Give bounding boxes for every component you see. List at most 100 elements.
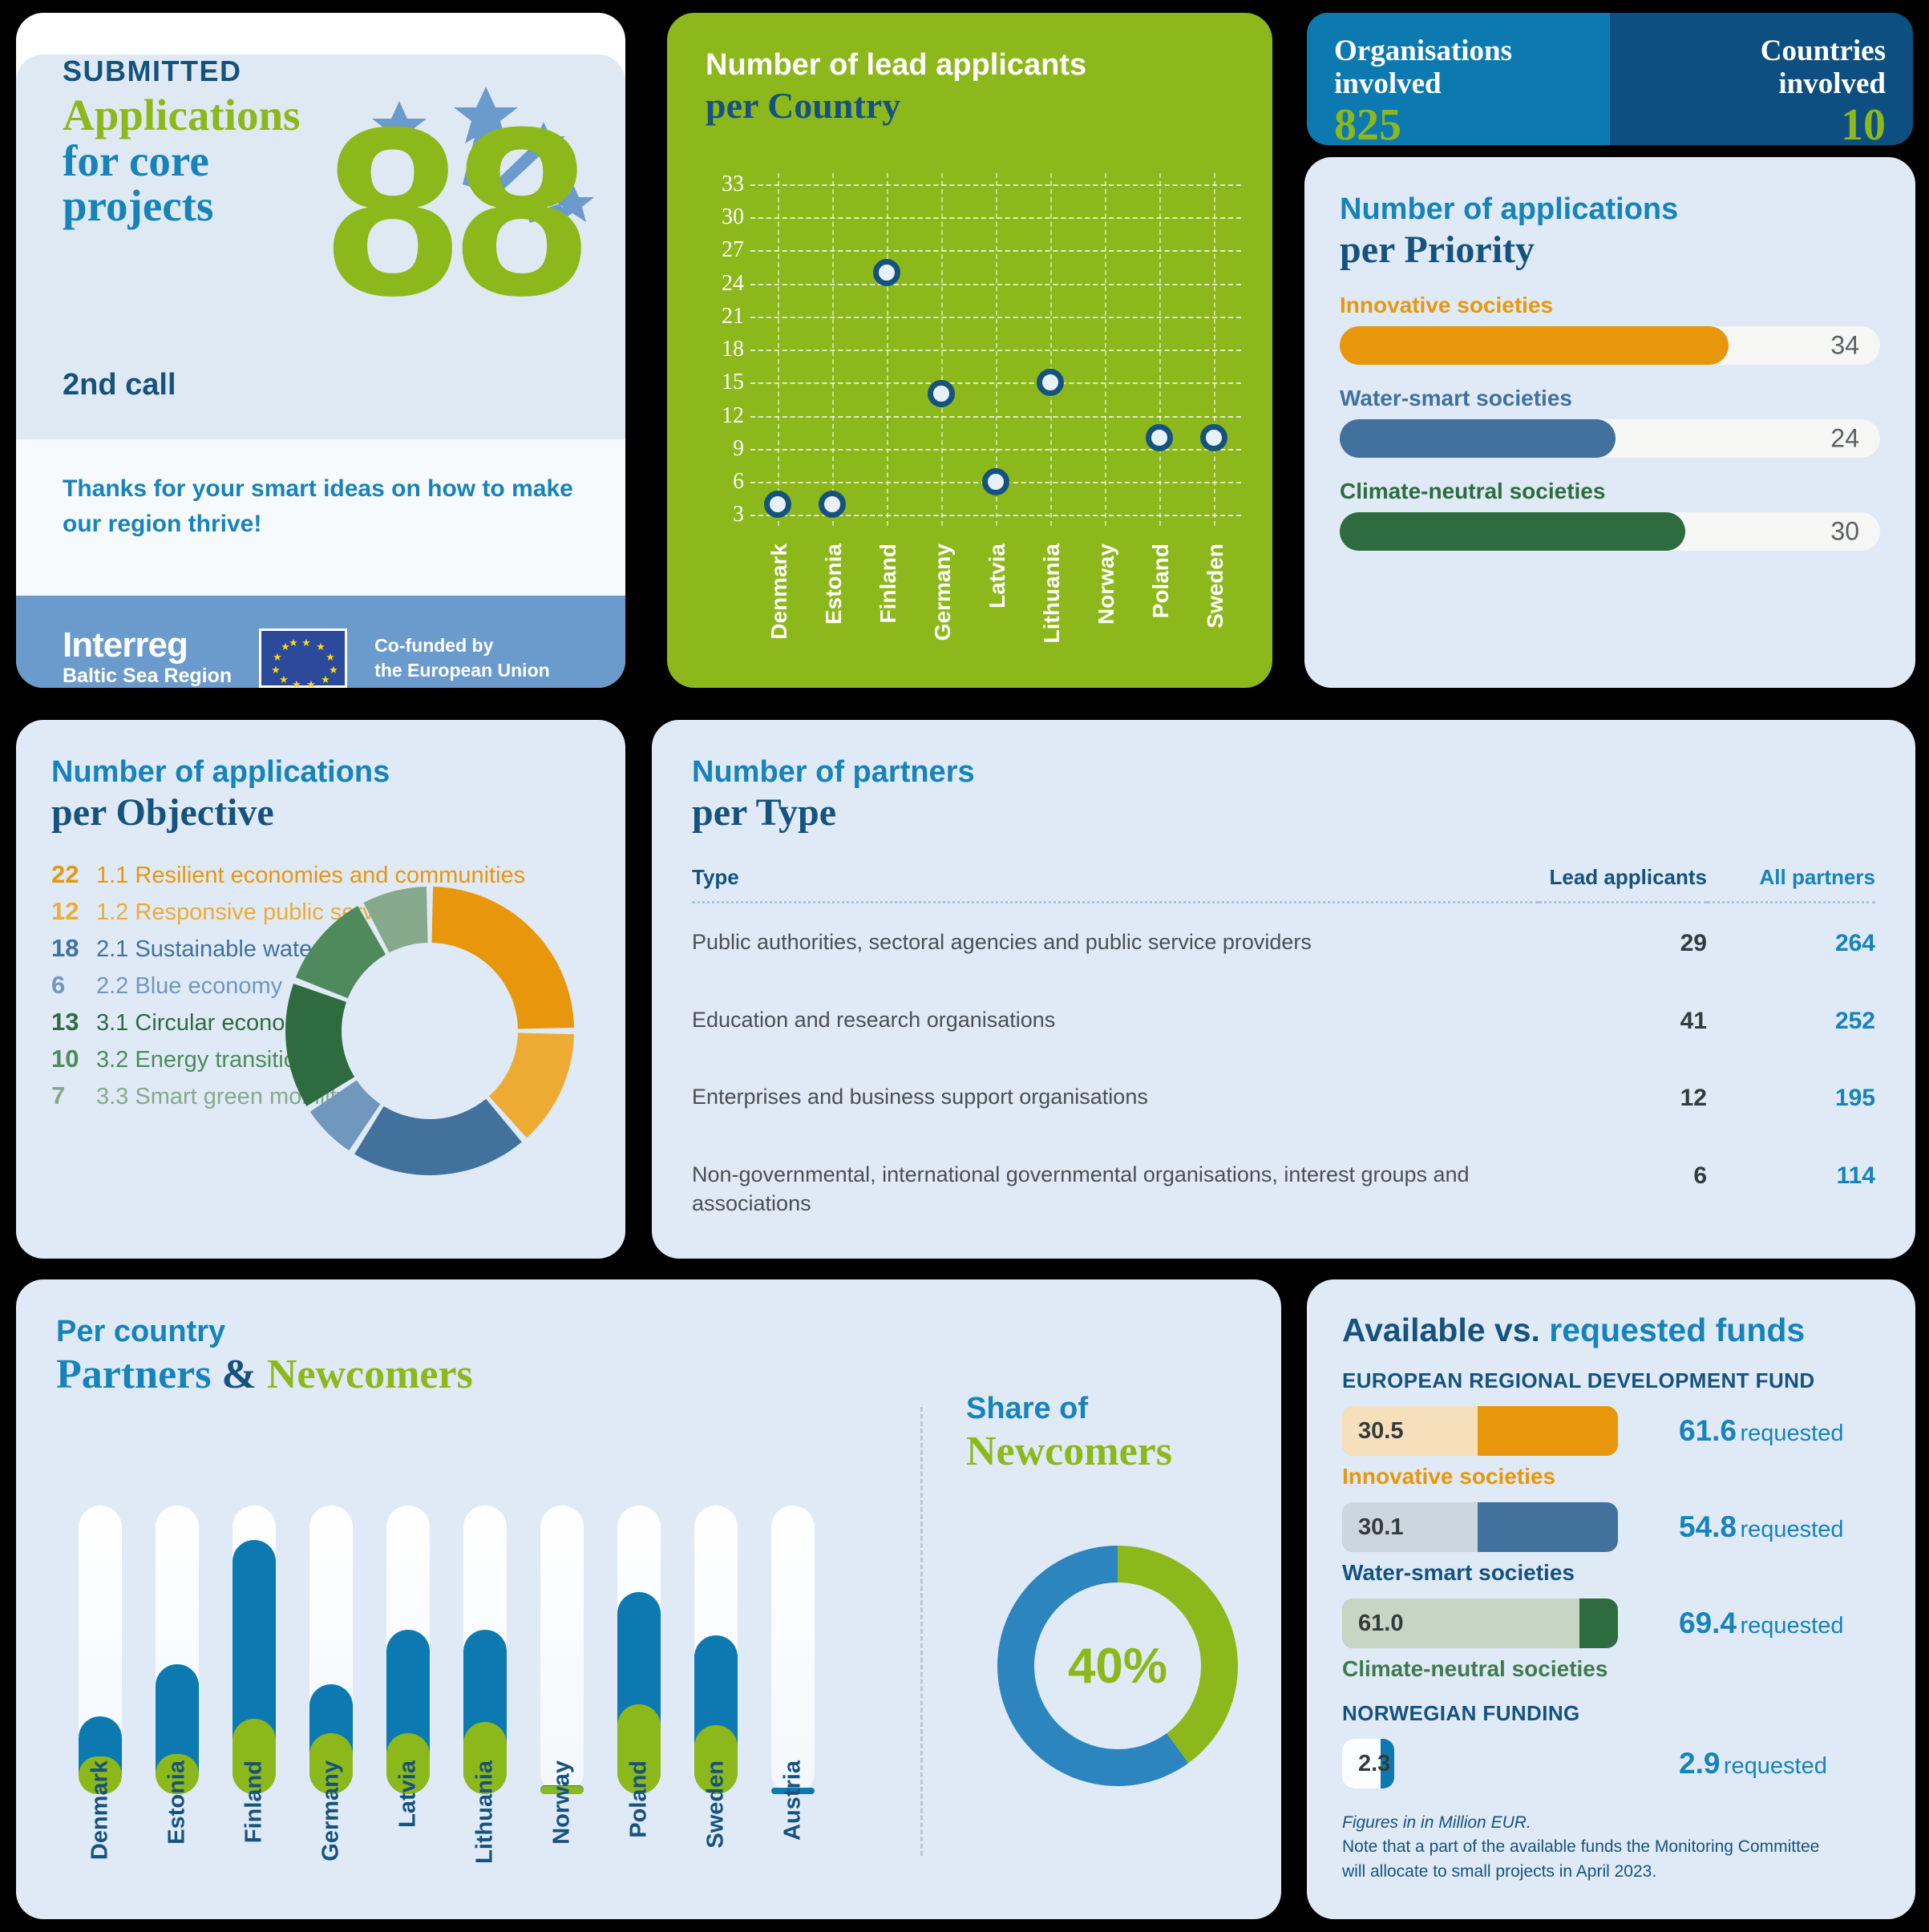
funds-priority-label: Climate-neutral societies: [1342, 1656, 1608, 1681]
cell-type: Enterprises and business support organis…: [692, 1085, 1148, 1109]
countries-label-1: Countries: [1760, 34, 1886, 67]
x-axis-tick-label: Germany: [930, 544, 955, 641]
donut-slice: [354, 1098, 522, 1175]
stats-duo-card: Organisations involved 825 Countries inv…: [1307, 13, 1913, 145]
objective-count: 18: [51, 934, 79, 962]
priority-bar-list: Innovative societies 34 Water-smart societ…: [1340, 293, 1880, 551]
norway-requested-word: requested: [1723, 1753, 1827, 1779]
objective-count: 10: [51, 1045, 79, 1073]
priority-bar-track: 30: [1340, 512, 1880, 551]
x-axis-tick-label: Lithuania: [1039, 544, 1064, 644]
donut-slice: [285, 983, 355, 1106]
infographic-dashboard: SUBMITTED Applications for core projects…: [0, 0, 1929, 1932]
partners-newcomers-bars: Denmark Estonia Finland Germany Latvia Lithua…: [79, 1457, 888, 1864]
share-percentage: 40%: [1067, 1638, 1168, 1694]
y-axis-tick-label: 24: [722, 270, 744, 296]
cell-all-partners: 114: [1836, 1162, 1875, 1189]
interreg-subtitle: Baltic Sea Region: [63, 665, 233, 687]
norway-funding-bar: 2.3 2.9 requested: [1342, 1739, 1880, 1789]
funds-requested-word: requested: [1740, 1613, 1844, 1639]
priority-bar-track: 34: [1340, 326, 1880, 365]
gridline-vertical: [832, 173, 834, 526]
cell-lead-applicants: 6: [1693, 1162, 1707, 1189]
cell-lead-applicants: 41: [1680, 1007, 1707, 1034]
funds-bar-track: 61.0 69.4 requested: [1342, 1599, 1843, 1648]
col-lead-applicants: Lead applicants: [1549, 865, 1708, 889]
funds-note-italic: Figures in in Million EUR.: [1342, 1813, 1531, 1832]
partner-type-table: Type Lead applicants All partners Public…: [692, 865, 1875, 1239]
country-bar-column: Poland: [617, 1457, 661, 1838]
gridline-vertical: [941, 173, 943, 526]
norway-requested-text: 2.9 requested: [1679, 1747, 1827, 1780]
objective-count: 22: [51, 860, 79, 888]
y-axis-tick-label: 21: [722, 303, 744, 329]
x-axis-tick-label: Poland: [1148, 544, 1173, 619]
cell-all-partners: 195: [1834, 1085, 1875, 1111]
scatter-plot: 33 30 27 24 21 18 15 12 9 6 3 Denmark Estonia Finland…: [706, 172, 1241, 643]
country-bar-column: Germany: [309, 1457, 353, 1861]
objective-count: 6: [51, 971, 66, 999]
funds-bar-list: 30.5 61.6 requested Innovative societies 30…: [1342, 1406, 1880, 1682]
scatter-data-point: [764, 490, 791, 518]
organisations-label-2: involved: [1334, 67, 1442, 100]
scatter-data-point: [873, 258, 900, 286]
cell-lead-applicants: 12: [1680, 1085, 1707, 1111]
interreg-wordmark: Interreg: [63, 625, 188, 665]
table-row: Non-governmental, international governme…: [692, 1136, 1875, 1239]
x-axis-tick-label: Norway: [1094, 544, 1118, 625]
hero-call-label: 2nd call: [63, 368, 176, 402]
funds-available-value: 30.1: [1342, 1502, 1478, 1552]
y-axis-tick-label: 12: [722, 402, 744, 428]
priority-bar-fill: [1340, 326, 1729, 365]
country-bar-column: Finland: [233, 1457, 276, 1843]
gridline-vertical: [1105, 173, 1106, 526]
interreg-logo: Interreg Baltic Sea Region: [63, 628, 232, 688]
country-bar-column: Lithuania: [463, 1457, 507, 1864]
objective-count: 12: [51, 897, 79, 925]
cofunded-line2: the European Union: [374, 660, 550, 681]
x-axis-tick-label: Sweden: [1203, 544, 1227, 629]
eu-flag-icon: ★ ★ ★ ★ ★ ★ ★ ★ ★ ★ ★ ★: [259, 629, 348, 688]
countries-label-2: involved: [1778, 67, 1886, 100]
priority-title-small: Number of applications: [1340, 192, 1679, 226]
hero-big-number: 88: [326, 76, 588, 346]
country-label: Estonia: [164, 1760, 190, 1845]
gridline-vertical: [778, 173, 779, 526]
scatter-title-large: per Country: [706, 85, 901, 126]
funds-title: Available vs. requested funds: [1342, 1312, 1880, 1349]
organisations-stat: Organisations involved 825: [1307, 13, 1610, 145]
funds-note-line2: will allocate to small projects in April…: [1342, 1861, 1657, 1881]
organisations-value: 825: [1334, 100, 1401, 145]
applications-per-objective-card: Number of applications per Objective 22 1…: [16, 720, 625, 1259]
bar-track: [540, 1506, 584, 1794]
norway-bar-track: 2.3 2.9 requested: [1342, 1739, 1827, 1789]
x-axis-tick-label: Finland: [876, 544, 900, 624]
funds-requested-value: 54.8: [1679, 1510, 1737, 1543]
bar-track: [156, 1506, 199, 1794]
priority-label: Innovative societies: [1340, 293, 1554, 317]
col-type: Type: [692, 865, 739, 889]
funds-bar-track: 30.5 61.6 requested: [1342, 1406, 1843, 1456]
country-label: Norway: [548, 1760, 575, 1845]
priority-value: 34: [1830, 330, 1859, 360]
funds-requested-text: 69.4 requested: [1679, 1607, 1843, 1640]
available-vs-requested-funds-card: Available vs. requested funds EUROPEAN R…: [1307, 1279, 1915, 1919]
x-axis-tick-label: Latvia: [985, 544, 1009, 608]
cell-lead-applicants: 29: [1680, 930, 1707, 956]
x-axis-tick-label: Denmark: [766, 544, 791, 640]
pnc-title-small: Per country: [56, 1315, 226, 1348]
table-row: Enterprises and business support organis…: [692, 1058, 1875, 1136]
priority-label: Climate-neutral societies: [1340, 479, 1606, 503]
gridline-vertical: [1214, 173, 1215, 526]
priority-label: Water-smart societies: [1340, 386, 1572, 410]
funds-requested-word: requested: [1740, 1421, 1844, 1446]
ptype-title-large: per Type: [692, 791, 837, 834]
country-bar-column: Latvia: [386, 1457, 430, 1828]
country-label: Finland: [241, 1760, 267, 1844]
funds-requested-value: 61.6: [1679, 1414, 1737, 1447]
funds-priority-label: Water-smart societies: [1342, 1560, 1575, 1585]
priority-value: 24: [1830, 423, 1859, 453]
applications-per-priority-card: Number of applications per Priority Inno…: [1304, 157, 1915, 688]
share-newcomers-donut: 40%: [997, 1546, 1238, 1786]
organisations-label-1: Organisations: [1334, 34, 1513, 67]
